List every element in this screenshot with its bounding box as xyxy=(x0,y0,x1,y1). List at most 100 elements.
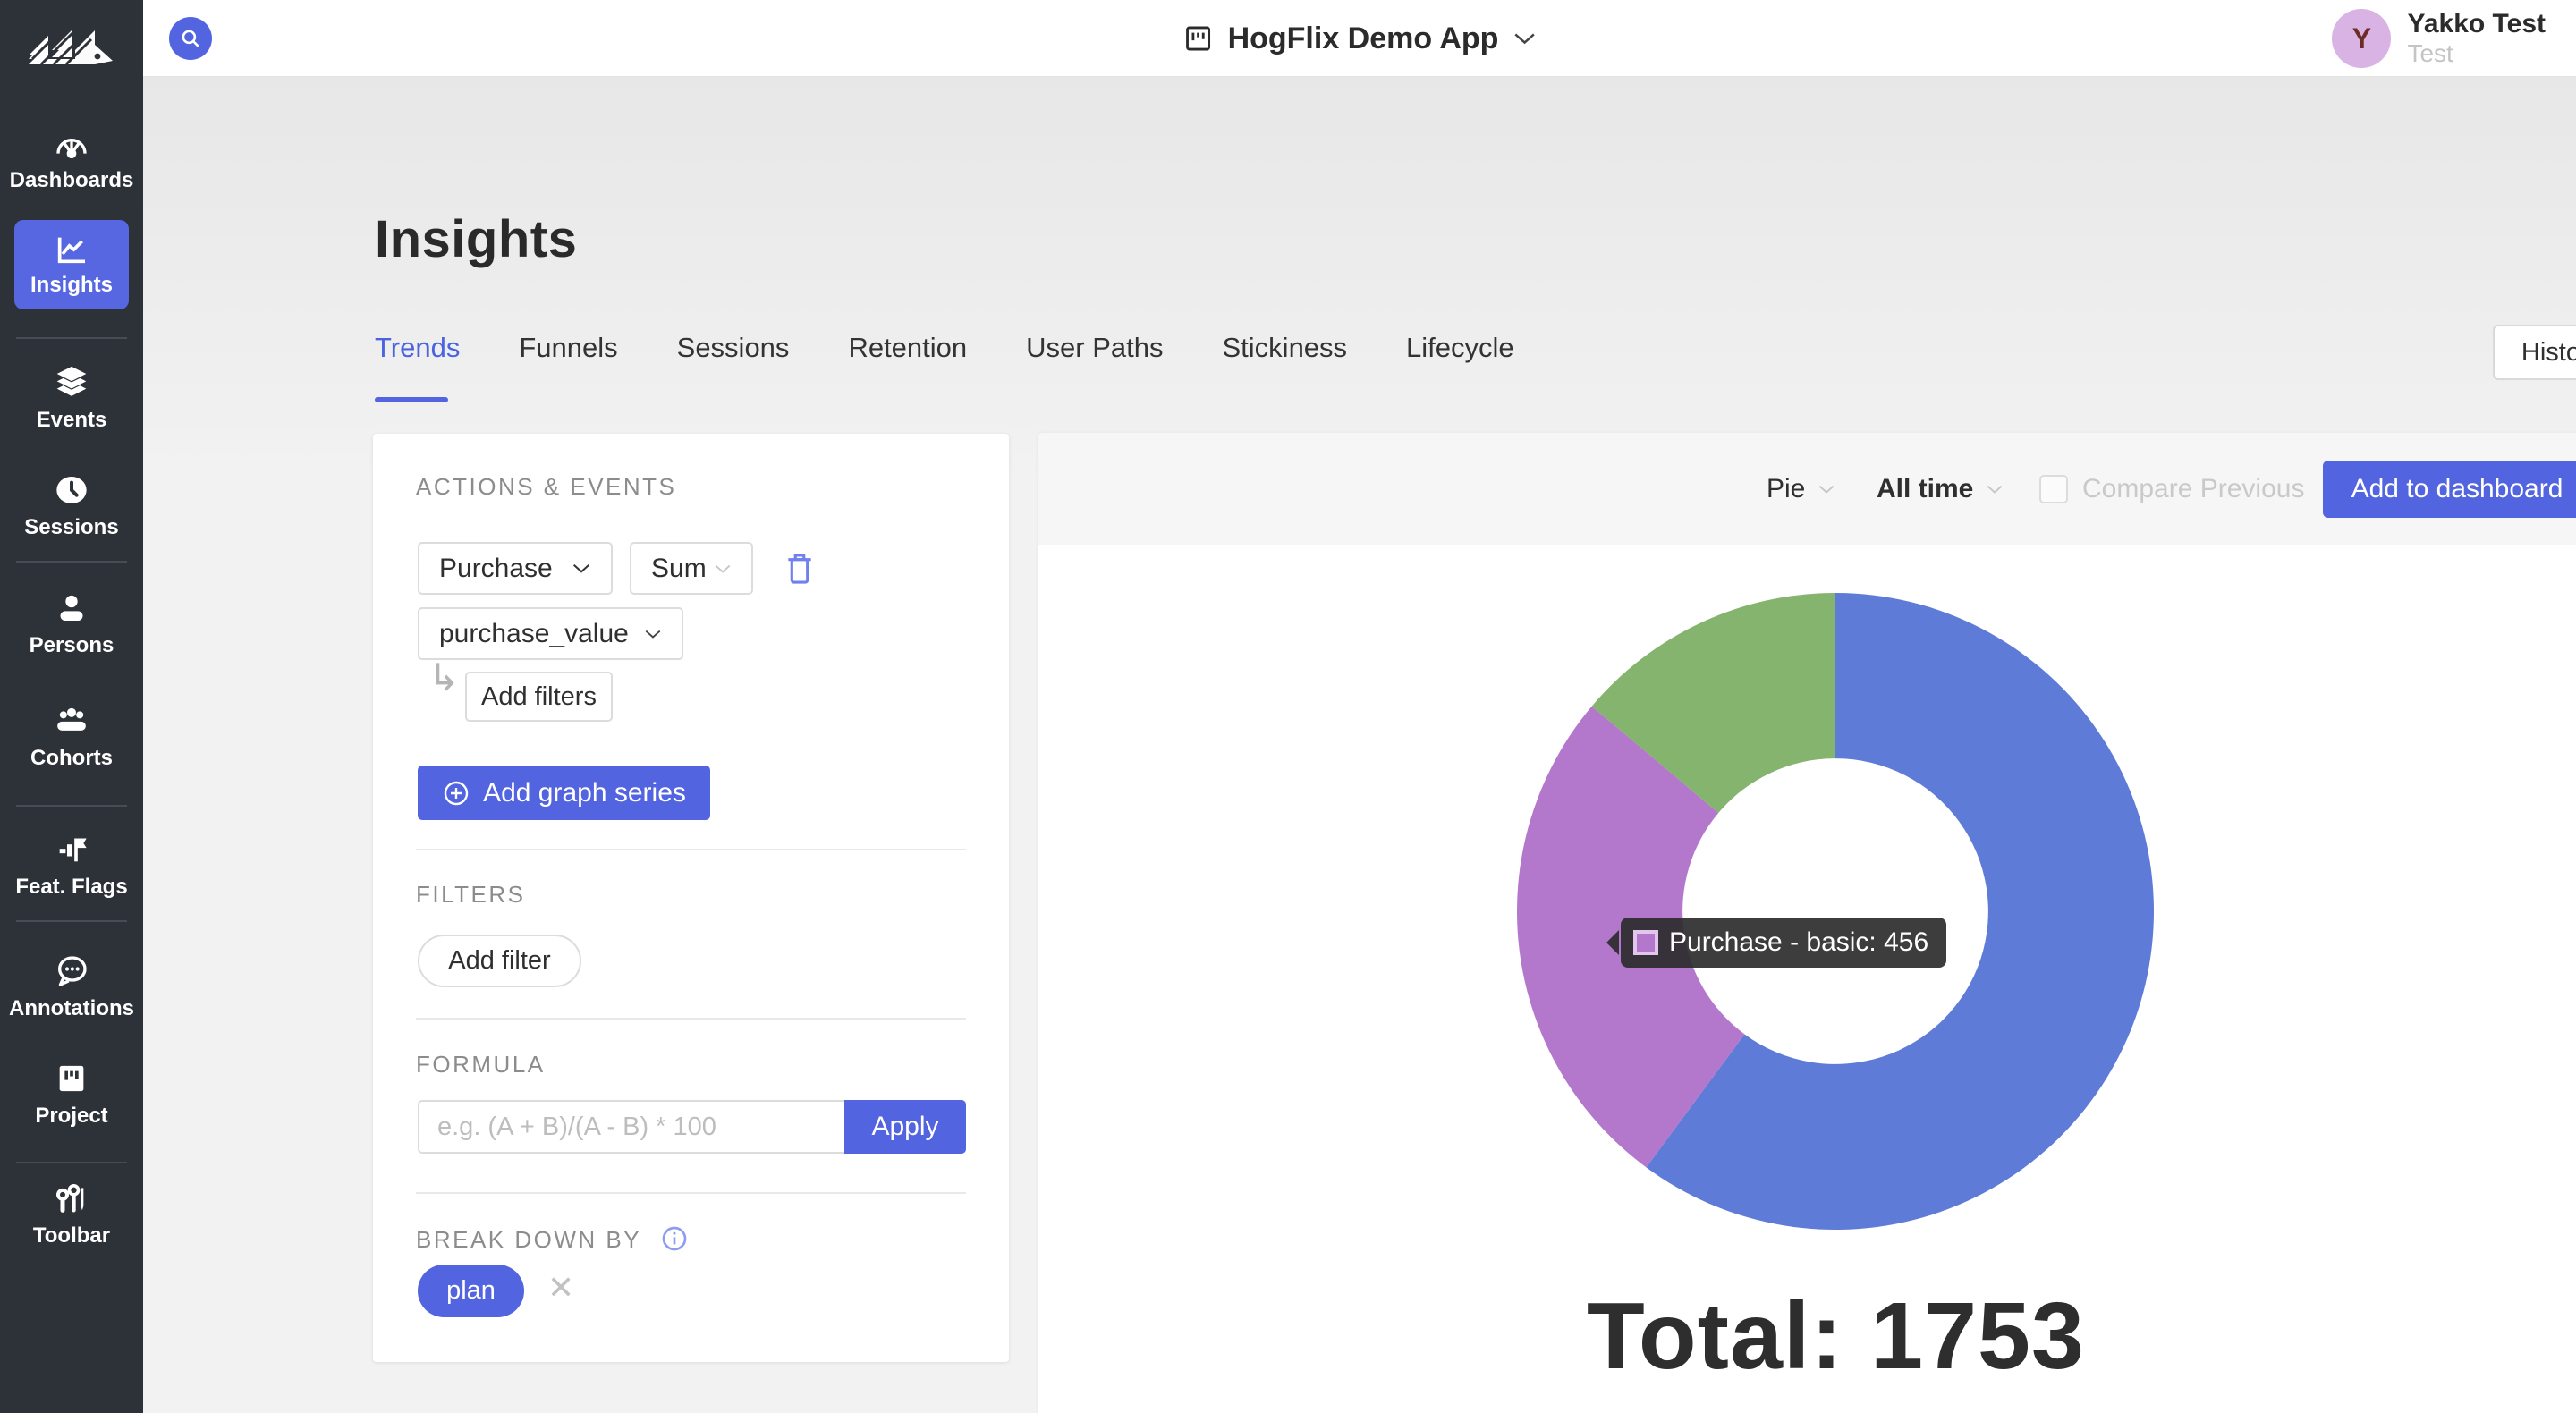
sidebar: Dashboards Insights Events Sessions xyxy=(0,0,143,1413)
filters-heading: FILTERS xyxy=(416,881,525,909)
tab-trends[interactable]: Trends xyxy=(375,332,460,364)
formula-heading: FORMULA xyxy=(416,1051,546,1079)
divider xyxy=(416,1192,966,1194)
history-button[interactable]: History xyxy=(2493,325,2576,380)
sidebar-item-toolbar[interactable]: Toolbar xyxy=(0,1180,143,1248)
tools-icon xyxy=(54,1180,89,1216)
layers-icon xyxy=(54,365,89,401)
query-panel: ACTIONS & EVENTS Purchase Sum purchase_v… xyxy=(373,434,1009,1362)
event-select[interactable]: Purchase xyxy=(418,542,613,595)
add-graph-series-button[interactable]: Add graph series xyxy=(418,766,710,820)
sidebar-item-label: Insights xyxy=(30,273,113,298)
math-select-value: Sum xyxy=(651,554,707,584)
insight-tabs: Trends Funnels Sessions Retention User P… xyxy=(375,332,1514,364)
compare-previous-checkbox[interactable] xyxy=(2039,475,2068,503)
sidebar-item-cohorts[interactable]: Cohorts xyxy=(0,703,143,771)
breakdown-heading: BREAK DOWN BY xyxy=(416,1224,689,1254)
property-select[interactable]: purchase_value xyxy=(418,607,683,660)
user-name: Yakko Test xyxy=(2407,9,2546,40)
formula-apply-button[interactable]: Apply xyxy=(844,1100,966,1154)
sidebar-divider xyxy=(16,805,127,807)
formula-input[interactable] xyxy=(418,1100,844,1154)
chart-panel: Pie All time Compare Previous Add to das… xyxy=(1038,433,2576,1413)
tab-lifecycle[interactable]: Lifecycle xyxy=(1406,332,1514,364)
info-icon[interactable] xyxy=(660,1224,689,1253)
kanban-icon xyxy=(1183,23,1214,54)
property-select-value: purchase_value xyxy=(439,619,629,649)
breakdown-chip-plan[interactable]: plan xyxy=(418,1265,524,1317)
page-title: Insights xyxy=(375,209,577,269)
search-button[interactable] xyxy=(169,17,212,60)
compare-previous-control: Compare Previous xyxy=(2039,474,2304,504)
user-org: Test xyxy=(2407,39,2546,68)
sidebar-item-label: Cohorts xyxy=(30,746,113,771)
chart-total-label: Total: 1753 xyxy=(1038,1282,2576,1391)
line-chart-icon xyxy=(54,232,89,267)
circle-plus-icon xyxy=(442,779,470,808)
breakdown-heading-label: BREAK DOWN BY xyxy=(416,1226,641,1253)
add-graph-series-label: Add graph series xyxy=(483,778,686,808)
posthog-logo[interactable] xyxy=(27,14,116,72)
sidebar-item-dashboards[interactable]: Dashboards xyxy=(0,125,143,193)
sidebar-item-label: Feat. Flags xyxy=(15,875,127,900)
sidebar-item-events[interactable]: Events xyxy=(0,365,143,433)
tab-sessions[interactable]: Sessions xyxy=(677,332,790,364)
sidebar-divider xyxy=(16,1162,127,1163)
sidebar-divider xyxy=(16,337,127,339)
tab-funnels[interactable]: Funnels xyxy=(519,332,617,364)
tab-retention[interactable]: Retention xyxy=(848,332,967,364)
sidebar-item-project[interactable]: Project xyxy=(0,1061,143,1129)
tab-stickiness[interactable]: Stickiness xyxy=(1223,332,1348,364)
sidebar-item-label: Sessions xyxy=(24,515,118,540)
speech-bubble-icon xyxy=(54,953,89,989)
date-range-value: All time xyxy=(1877,474,1973,504)
chart-type-select[interactable]: Pie xyxy=(1767,474,1835,504)
user-menu[interactable]: Y Yakko Test Test xyxy=(2332,0,2546,77)
group-icon xyxy=(54,703,89,739)
chevron-down-icon xyxy=(714,563,732,574)
actions-events-heading: ACTIONS & EVENTS xyxy=(416,473,676,501)
clock-icon xyxy=(54,472,89,508)
divider xyxy=(416,1018,966,1020)
sidebar-item-label: Persons xyxy=(30,633,114,658)
flag-icon xyxy=(54,832,89,867)
breakdown-remove-icon[interactable]: ✕ xyxy=(547,1269,574,1307)
sidebar-item-label: Annotations xyxy=(9,996,134,1021)
compare-previous-label: Compare Previous xyxy=(2082,474,2304,504)
chevron-down-icon xyxy=(1513,31,1536,46)
math-select[interactable]: Sum xyxy=(630,542,753,595)
chevron-down-icon xyxy=(1818,484,1835,495)
tooltip-series-swatch xyxy=(1633,930,1658,955)
sidebar-item-label: Events xyxy=(37,408,107,433)
sidebar-divider xyxy=(16,561,127,563)
project-switcher[interactable]: HogFlix Demo App xyxy=(1183,0,1537,77)
sidebar-item-label: Toolbar xyxy=(33,1223,110,1248)
add-filters-button[interactable]: Add filters xyxy=(465,672,613,722)
sidebar-item-annotations[interactable]: Annotations xyxy=(0,953,143,1021)
sidebar-item-sessions[interactable]: Sessions xyxy=(0,472,143,540)
donut-chart[interactable] xyxy=(1513,589,2157,1233)
delete-series-icon[interactable] xyxy=(783,550,817,588)
add-to-dashboard-button[interactable]: Add to dashboard xyxy=(2323,461,2576,518)
sidebar-item-persons[interactable]: Persons xyxy=(0,590,143,658)
avatar: Y xyxy=(2332,9,2391,68)
top-bar: HogFlix Demo App Y Yakko Test Test xyxy=(143,0,2576,77)
tab-user-paths[interactable]: User Paths xyxy=(1026,332,1163,364)
active-tab-underline xyxy=(375,397,448,402)
divider xyxy=(416,849,966,850)
app-root: Dashboards Insights Events Sessions xyxy=(0,0,2576,1413)
add-filter-button[interactable]: Add filter xyxy=(418,935,581,987)
main-content: Insights Trends Funnels Sessions Retenti… xyxy=(143,77,2576,1413)
tooltip-text: Purchase - basic: 456 xyxy=(1669,927,1928,958)
chart-header: Pie All time Compare Previous Add to das… xyxy=(1038,433,2576,545)
sidebar-item-feature-flags[interactable]: Feat. Flags xyxy=(0,832,143,900)
person-icon xyxy=(54,590,89,626)
chart-tooltip: Purchase - basic: 456 xyxy=(1621,918,1946,968)
event-select-value: Purchase xyxy=(439,554,553,584)
chart-type-value: Pie xyxy=(1767,474,1805,504)
date-range-select[interactable]: All time xyxy=(1877,474,2004,504)
chevron-down-icon xyxy=(1986,484,2004,495)
sidebar-item-insights[interactable]: Insights xyxy=(14,220,129,309)
nested-arrow-icon: ↳ xyxy=(428,656,460,699)
donut-chart-svg xyxy=(1513,589,2157,1233)
